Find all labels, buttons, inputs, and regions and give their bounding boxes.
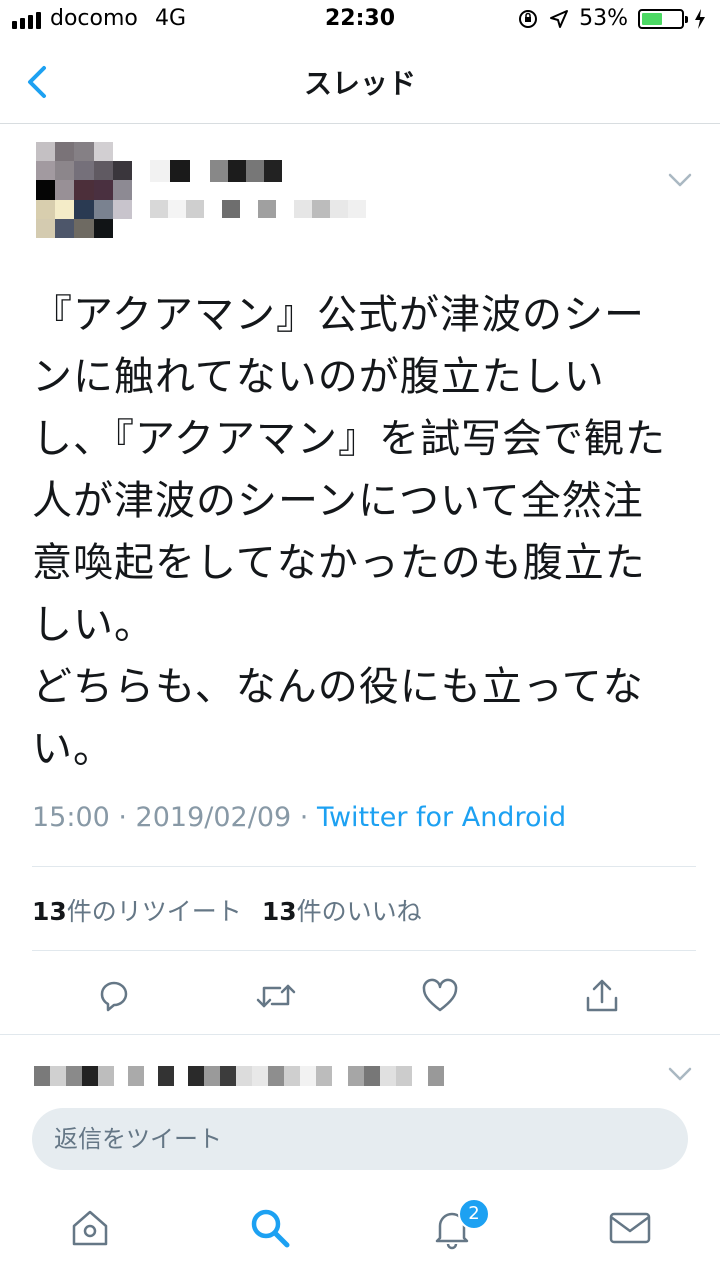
nav-bar: スレッド — [0, 40, 720, 124]
avatar[interactable] — [36, 142, 132, 238]
search-icon — [251, 1209, 290, 1248]
retweet-label: 件のリツイート — [66, 897, 242, 926]
tab-home[interactable] — [66, 1204, 114, 1252]
retweet-stat[interactable]: 13件のリツイート — [32, 892, 242, 928]
retweet-count: 13 — [32, 897, 67, 926]
retweet-button[interactable] — [252, 972, 300, 1020]
like-count: 13 — [261, 897, 297, 926]
home-icon — [72, 1210, 108, 1246]
retweet-icon — [256, 984, 296, 1008]
like-label: 件のいいね — [296, 897, 422, 926]
tweet-menu-button[interactable] — [664, 166, 696, 194]
share-icon — [586, 979, 618, 1012]
battery-percent: 53% — [579, 6, 628, 31]
notification-badge: 2 — [458, 1198, 490, 1230]
divider — [32, 866, 696, 867]
rotation-lock-icon — [519, 9, 538, 28]
chevron-down-icon — [668, 173, 692, 187]
like-stat[interactable]: 13件のいいね — [262, 892, 422, 928]
share-button[interactable] — [578, 972, 626, 1020]
battery-fill — [642, 12, 663, 25]
reply-author-pixelated — [34, 1066, 444, 1086]
reply-menu-button[interactable] — [664, 1060, 696, 1088]
tweet-actions — [0, 964, 720, 1024]
tweet-source-link[interactable]: Twitter for Android — [317, 802, 566, 833]
reply-button[interactable] — [90, 972, 138, 1020]
reply-input[interactable]: 返信をツイート — [32, 1108, 688, 1170]
divider — [32, 950, 696, 951]
charging-icon — [695, 8, 705, 29]
tweet-text: 『アクアマン』公式が津波のシーンに触れてないのが腹立たしいし、『アクアマン』を試… — [32, 292, 666, 772]
reply-icon — [100, 981, 128, 1012]
chevron-down-icon — [668, 1067, 692, 1081]
reply-tweet-preview[interactable] — [0, 1036, 720, 1100]
messages-icon — [609, 1212, 651, 1244]
tab-bar: 2 — [0, 1180, 720, 1280]
tab-messages[interactable] — [606, 1204, 654, 1252]
tweet-timestamp: 15:00 · 2019/02/09 · — [32, 802, 317, 833]
page-title: スレッド — [303, 67, 416, 100]
like-icon — [422, 978, 458, 1012]
tweet-meta: 15:00 · 2019/02/09 · Twitter for Android — [32, 802, 566, 833]
battery-icon — [638, 8, 688, 29]
author-handle-pixelated — [150, 200, 366, 218]
like-button[interactable] — [416, 972, 464, 1020]
location-icon — [550, 9, 569, 28]
divider — [0, 1034, 720, 1035]
author-name-pixelated[interactable] — [150, 160, 282, 182]
tweet-stats: 13件のリツイート 13件のいいね — [32, 892, 422, 928]
tab-search[interactable] — [246, 1204, 294, 1252]
status-bar: docomo 4G 22:30 53% — [0, 0, 720, 40]
